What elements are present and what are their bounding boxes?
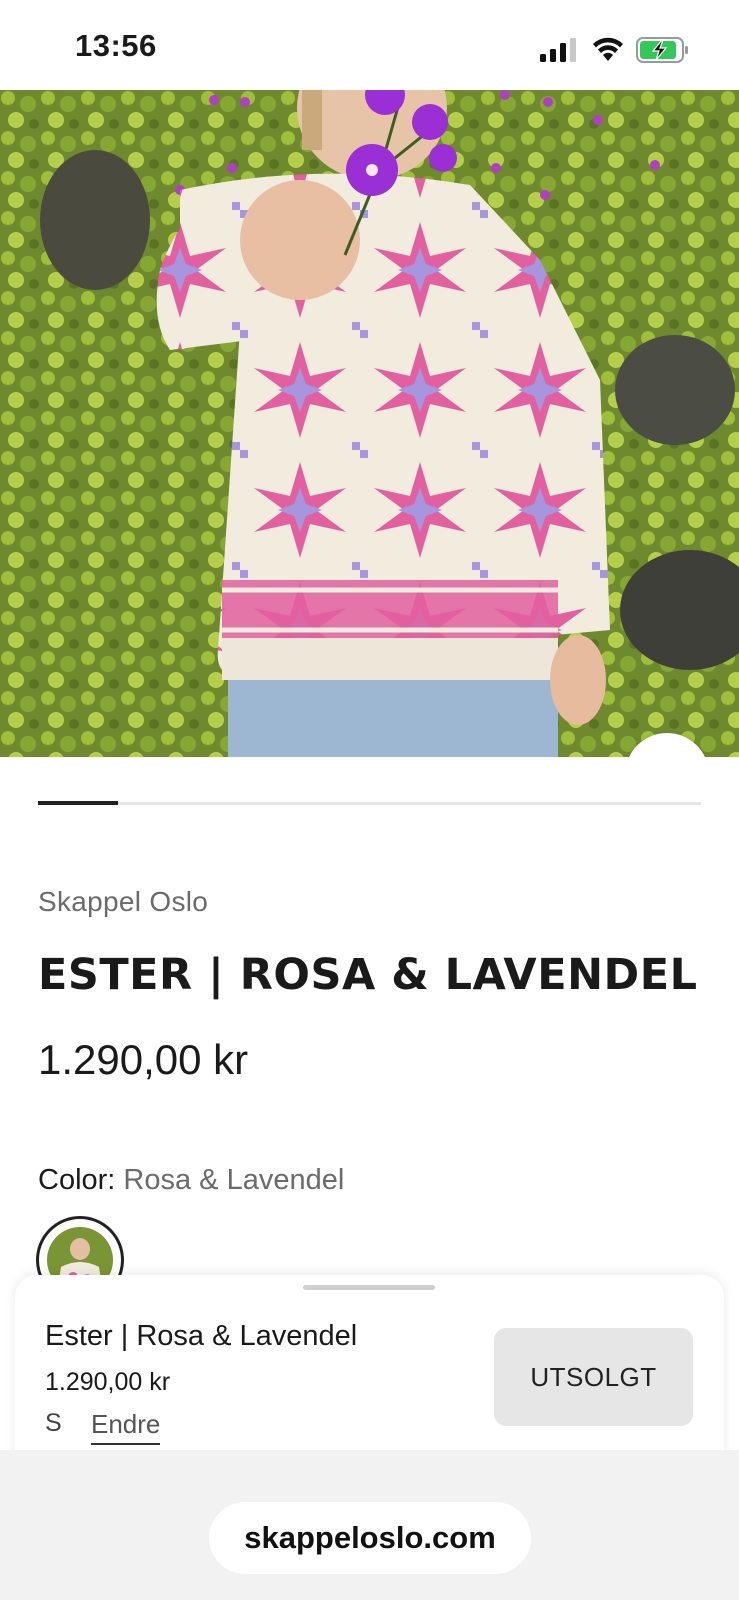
battery-charging-icon <box>636 37 688 63</box>
zoom-in-icon <box>647 755 687 757</box>
selected-size: S <box>45 1409 62 1437</box>
sticky-product-title: Ester | Rosa & Lavendel <box>45 1320 358 1352</box>
gallery-progress[interactable] <box>38 801 701 805</box>
change-variant-link[interactable]: Endre <box>91 1409 161 1445</box>
product-photo <box>0 90 739 757</box>
sheet-drag-handle[interactable] <box>303 1285 435 1290</box>
sold-out-button[interactable]: UTSOLGT <box>494 1328 693 1426</box>
wifi-icon <box>593 37 623 61</box>
sticky-product-price: 1.290,00 kr <box>45 1368 171 1396</box>
product-vendor[interactable]: Skappel Oslo <box>38 886 208 918</box>
color-label: Color: Rosa & Lavendel <box>38 1164 344 1197</box>
color-label-text: Color: <box>38 1164 116 1196</box>
url-field[interactable]: skappeloslo.com <box>209 1502 531 1574</box>
signal-icon <box>540 38 576 62</box>
sticky-product-bar: Ester | Rosa & Lavendel 1.290,00 kr S En… <box>15 1275 724 1475</box>
color-value: Rosa & Lavendel <box>123 1164 345 1196</box>
product-image[interactable] <box>0 90 739 757</box>
product-price: 1.290,00 kr <box>38 1036 249 1083</box>
gallery-progress-fill <box>38 801 118 805</box>
browser-toolbar: skappeloslo.com <box>0 1450 739 1600</box>
status-bar: 13:56 <box>0 0 739 90</box>
product-title: ESTER | ROSA & LAVENDEL <box>38 950 698 1000</box>
status-time: 13:56 <box>75 28 157 63</box>
